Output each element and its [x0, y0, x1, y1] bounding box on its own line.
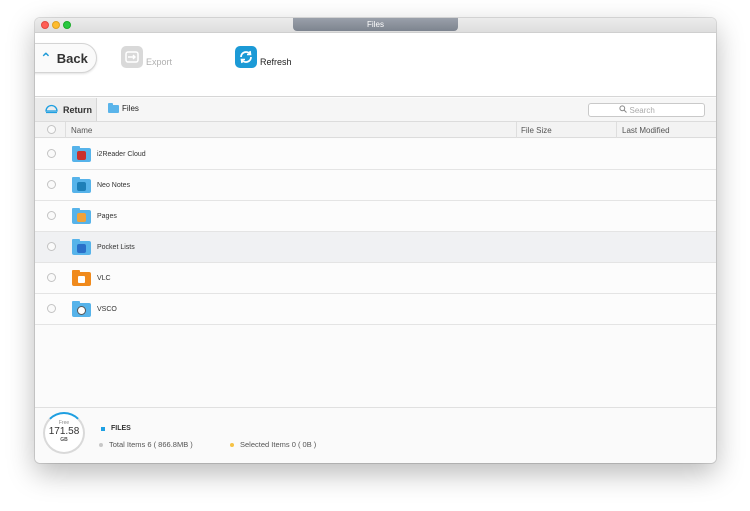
row-checkbox[interactable] — [47, 149, 56, 158]
device-icon — [45, 101, 58, 119]
vlc-icon — [72, 270, 91, 286]
file-row-i2reader-cloud[interactable]: i2Reader Cloud — [35, 139, 716, 170]
free-space-unit: GB — [60, 437, 68, 443]
pages-icon — [72, 208, 91, 224]
app-window: Files ⌃ Back Export Refresh Return Files… — [35, 18, 716, 463]
column-divider — [516, 122, 517, 138]
file-row-neo-notes[interactable]: Neo Notes — [35, 170, 716, 201]
minimize-window-button[interactable] — [52, 21, 60, 29]
file-row-vsco[interactable]: VSCO — [35, 294, 716, 325]
close-window-button[interactable] — [41, 21, 49, 29]
breadcrumb-label: Files — [122, 104, 139, 113]
file-name: Pocket Lists — [97, 244, 135, 251]
file-row-pages[interactable]: Pages — [35, 201, 716, 232]
file-row-vlc[interactable]: VLC — [35, 263, 716, 294]
column-divider — [65, 122, 66, 138]
folder-icon — [108, 102, 119, 113]
return-button[interactable]: Return — [35, 98, 97, 121]
row-checkbox[interactable] — [47, 273, 56, 282]
selected-items-label: Selected Items 0 ( 0B ) — [240, 440, 317, 449]
back-button[interactable]: ⌃ Back — [35, 43, 97, 73]
total-dot-icon — [99, 442, 103, 447]
back-label: Back — [56, 50, 88, 66]
footer-section-title: FILES — [101, 425, 131, 432]
row-checkbox[interactable] — [47, 304, 56, 313]
storage-gauge: Free 171.58 GB — [43, 412, 85, 454]
breadcrumb[interactable]: Files — [108, 102, 139, 113]
refresh-label: Refresh — [260, 57, 292, 67]
maximize-window-button[interactable] — [63, 21, 71, 29]
select-all-checkbox[interactable] — [47, 125, 56, 134]
files-marker-icon — [101, 426, 105, 431]
home-up-icon: ⌃ — [40, 50, 52, 66]
export-button[interactable]: Export — [121, 46, 172, 68]
search-box[interactable] — [588, 103, 705, 117]
vsco-icon — [72, 301, 91, 317]
total-items-label: Total Items 6 ( 866.8MB ) — [109, 440, 193, 449]
title-bar: Files — [35, 18, 716, 33]
toolbar: ⌃ Back Export Refresh — [35, 33, 716, 97]
file-name: Pages — [97, 213, 117, 220]
file-list: i2Reader Cloud Neo Notes Pages Pocket Li… — [35, 139, 716, 325]
window-title: Files — [293, 18, 458, 31]
file-name: VLC — [97, 275, 111, 282]
pocket-lists-icon — [72, 239, 91, 255]
search-input[interactable] — [629, 105, 675, 115]
return-label: Return — [63, 104, 92, 115]
row-checkbox[interactable] — [47, 180, 56, 189]
file-name: Neo Notes — [97, 182, 131, 189]
files-title-label: FILES — [111, 425, 131, 432]
status-footer: Free 171.58 GB FILES Total Items 6 ( 866… — [35, 407, 716, 463]
search-icon — [618, 105, 627, 115]
total-items-stat: Total Items 6 ( 866.8MB ) — [99, 440, 193, 449]
selected-items-stat: Selected Items 0 ( 0B ) — [230, 440, 316, 449]
refresh-icon — [235, 46, 257, 68]
refresh-button[interactable]: Refresh — [235, 46, 292, 68]
file-name: VSCO — [97, 306, 117, 313]
export-icon — [121, 46, 143, 68]
column-header-name[interactable]: Name — [71, 126, 92, 135]
i2reader-cloud-icon — [72, 146, 91, 162]
column-header-last-modified[interactable]: Last Modified — [622, 126, 670, 135]
column-divider — [616, 122, 617, 138]
row-checkbox[interactable] — [47, 242, 56, 251]
column-header-file-size[interactable]: File Size — [521, 126, 552, 135]
file-name: i2Reader Cloud — [97, 151, 146, 158]
row-checkbox[interactable] — [47, 211, 56, 220]
file-row-pocket-lists[interactable]: Pocket Lists — [35, 232, 716, 263]
selected-dot-icon — [230, 442, 234, 447]
table-header: Name File Size Last Modified — [35, 122, 716, 138]
neo-notes-icon — [72, 177, 91, 193]
export-label: Export — [146, 57, 173, 67]
free-space-value: 171.58 — [48, 426, 80, 437]
navigation-bar: Return Files — [35, 98, 716, 122]
